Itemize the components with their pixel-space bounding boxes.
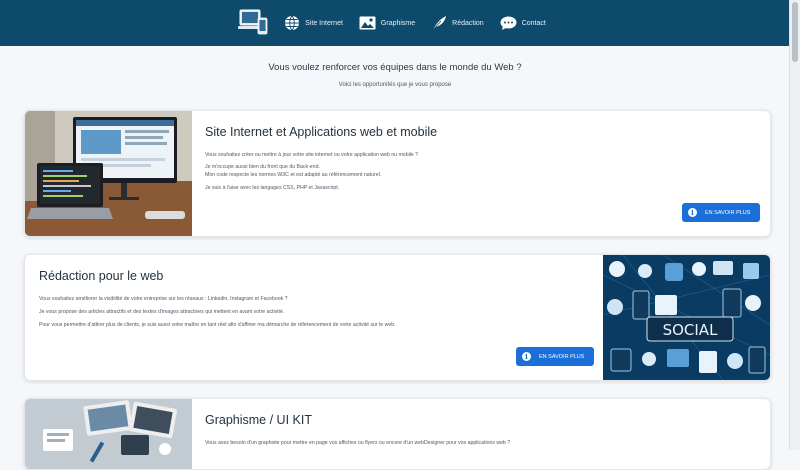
button-label: EN SAVOIR PLUS (705, 209, 751, 216)
info-icon: i (522, 352, 531, 361)
nav-item-graphisme[interactable]: Graphisme (359, 16, 415, 30)
globe-icon (285, 15, 300, 31)
card-site-internet-text: Je suis à l'aise avec les langages CSS, … (205, 185, 340, 191)
card-graphisme-body: Graphisme / UI KIT Vous avez besoin d'un… (205, 413, 765, 447)
card-graphisme: Graphisme / UI KIT Vous avez besoin d'un… (24, 398, 771, 470)
nav-label-site-internet: Site Internet (305, 19, 343, 27)
nav-label-contact: Contact (521, 19, 546, 27)
card-site-internet: Site Internet et Applications web et mob… (24, 110, 771, 237)
image-icon (359, 16, 376, 30)
card-redaction-body: Rédaction pour le web Vous souhaitez amé… (39, 269, 599, 329)
info-icon: i (688, 208, 697, 217)
scrollbar-thumb[interactable] (792, 2, 798, 62)
page-scrollbar[interactable] (789, 0, 800, 450)
en-savoir-plus-button-redaction[interactable]: i EN SAVOIR PLUS (516, 347, 595, 366)
top-navbar: Site Internet Graphisme Rédaction Contac… (0, 0, 790, 46)
card-redaction-text: Je vous propose des articles attractifs … (39, 309, 285, 315)
card-graphisme-title: Graphisme / UI KIT (205, 413, 312, 427)
card-site-internet-body: Site Internet et Applications web et mob… (205, 125, 765, 192)
en-savoir-plus-button-site[interactable]: i EN SAVOIR PLUS (682, 203, 761, 222)
laptop-monitor-photo (25, 111, 192, 236)
intro-title: Vous voulez renforcer vos équipes dans l… (268, 62, 522, 73)
card-site-internet-text: Mon code respecte les normes W3C et est … (205, 172, 382, 178)
social-image-caption: SOCIAL (663, 321, 718, 339)
card-redaction-text: Vous souhaitez améliorer la visibilité d… (39, 296, 288, 302)
desk-laptops-photo (25, 399, 192, 469)
feather-icon (432, 16, 447, 31)
card-site-internet-text: Vous souhaitez créer ou mettre à jour vo… (205, 152, 419, 158)
card-redaction-text: Pour vous permettre d'attirer plus de cl… (39, 322, 396, 328)
card-site-internet-title: Site Internet et Applications web et mob… (205, 125, 438, 139)
card-redaction: Rédaction pour le web Vous souhaitez amé… (24, 254, 771, 381)
card-site-internet-text: Je m'occupe aussi bien du front que du B… (205, 164, 320, 170)
nav-item-contact[interactable]: Contact (500, 16, 546, 31)
nav-item-site-internet[interactable]: Site Internet (284, 15, 343, 31)
nav-item-redaction[interactable]: Rédaction (431, 15, 484, 31)
brand-logo-devices-icon[interactable] (236, 6, 270, 40)
nav-label-graphisme: Graphisme (380, 19, 416, 27)
chat-icon (500, 16, 517, 30)
intro-section: Vous voulez renforcer vos équipes dans l… (0, 62, 790, 88)
intro-subtitle: Voici les opportunités que je vous propo… (338, 82, 452, 88)
card-redaction-title: Rédaction pour le web (39, 269, 164, 283)
card-graphisme-text: Vous avez besoin d'un graphiste pour met… (205, 440, 511, 446)
button-label: EN SAVOIR PLUS (539, 353, 585, 360)
social-media-photo: SOCIAL (603, 255, 770, 380)
nav-label-redaction: Rédaction (452, 19, 484, 27)
